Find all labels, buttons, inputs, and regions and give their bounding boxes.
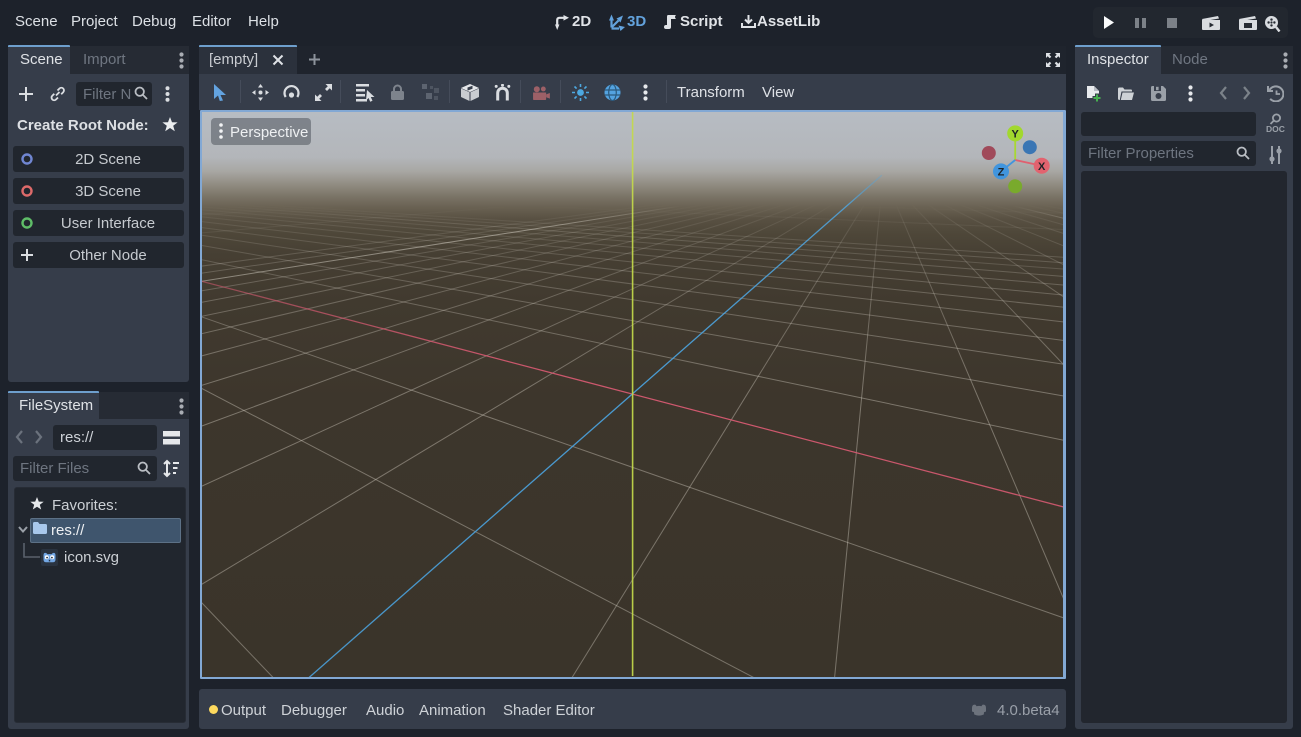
svg-text:DOC: DOC: [1266, 124, 1285, 134]
svg-text:X: X: [1038, 161, 1046, 173]
svg-text:Z: Z: [998, 167, 1005, 179]
svg-text:Y: Y: [1012, 129, 1020, 141]
